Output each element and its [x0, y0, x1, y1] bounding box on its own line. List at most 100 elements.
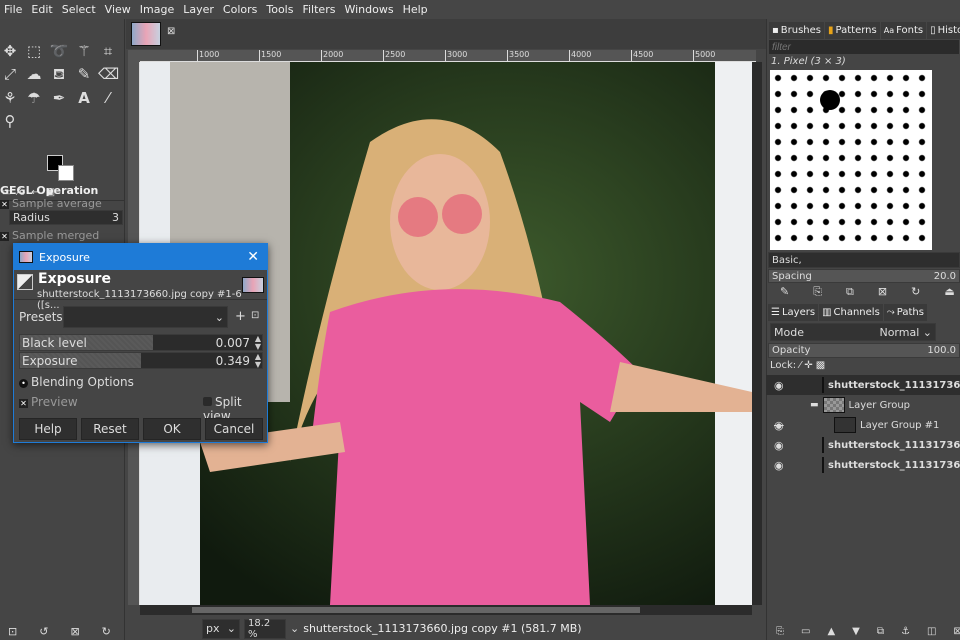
menu-filters[interactable]: Filters	[298, 3, 340, 16]
menu-edit[interactable]: Edit	[27, 3, 57, 16]
exposure-slider[interactable]: Exposure 0.349 ▲ ▼	[19, 352, 263, 369]
transform-tool-icon[interactable]: ⤢	[0, 64, 20, 84]
new-brush-icon[interactable]: ⎘	[813, 285, 822, 299]
blending-options-expander[interactable]: • Blending Options	[19, 375, 134, 389]
lock-pixels-icon[interactable]: ⁄	[799, 360, 801, 371]
menu-file[interactable]: File	[0, 3, 27, 16]
layer-row[interactable]: ◉ Layer Group #1	[766, 415, 960, 435]
tab-fonts[interactable]: Aa Fonts	[880, 22, 927, 39]
menu-select[interactable]: Select	[58, 3, 101, 16]
eye-icon[interactable]: ◉	[774, 459, 784, 472]
sample-merged-checkbox[interactable]: ✕ Sample merged	[0, 229, 99, 242]
quick-mask-corner[interactable]	[128, 50, 140, 62]
layer-row[interactable]: ◉ shutterstock_11131736	[766, 435, 960, 455]
eraser-tool-icon[interactable]: ⌫	[98, 64, 119, 84]
duplicate-layer-icon[interactable]: ⧉	[877, 626, 884, 637]
cancel-button[interactable]: Cancel	[205, 418, 263, 440]
eye-icon[interactable]: ◉	[774, 379, 784, 392]
black-level-slider[interactable]: Black level 0.007 ▲ ▼	[19, 334, 263, 351]
add-preset-icon[interactable]: +	[235, 309, 246, 324]
tab-layers[interactable]: ☰ Layers	[768, 304, 819, 321]
spacing-slider[interactable]: Spacing 20.0	[768, 269, 960, 283]
radius-spinner[interactable]: Radius 3	[9, 210, 123, 225]
menu-windows[interactable]: Windows	[340, 3, 398, 16]
layer-row[interactable]: ◉ shutterstock_11131736	[766, 375, 960, 395]
refresh-brushes-icon[interactable]: ↻	[911, 285, 920, 299]
bucket-fill-tool-icon[interactable]: ⛾	[49, 64, 69, 84]
restore-options-icon[interactable]: ↺	[39, 625, 48, 638]
path-tool-icon[interactable]: ✒	[49, 88, 69, 108]
menu-colors[interactable]: Colors	[219, 3, 262, 16]
zoom-dropdown-icon[interactable]: ⌄	[290, 622, 299, 635]
layer-mode-select[interactable]: Mode Normal ⌄	[770, 323, 936, 341]
delete-brush-icon[interactable]: ⊠	[878, 285, 887, 299]
lock-position-icon[interactable]: ✛	[804, 360, 812, 371]
brush-grid[interactable]	[770, 70, 932, 250]
menu-help[interactable]: Help	[399, 3, 433, 16]
tab-history[interactable]: ▯History	[927, 22, 960, 39]
brush-filter-input[interactable]	[769, 40, 959, 54]
layer-row[interactable]: ▬ Layer Group	[766, 395, 960, 415]
smudge-tool-icon[interactable]: ☂	[24, 88, 44, 108]
text-tool-icon[interactable]: A	[74, 88, 94, 108]
lasso-tool-icon[interactable]: ➰	[49, 41, 69, 61]
scrollbar-thumb[interactable]	[192, 607, 640, 613]
preset-menu-icon[interactable]: ⊡	[251, 310, 259, 321]
sample-average-checkbox[interactable]: ✕ Sample average	[0, 197, 102, 210]
zoom-tool-icon[interactable]: ⚲	[0, 111, 20, 131]
tab-paths[interactable]: ⤳ Paths	[883, 304, 927, 321]
collapse-group-icon[interactable]: ▬	[810, 400, 819, 410]
reset-options-icon[interactable]: ↻	[102, 625, 111, 638]
save-options-icon[interactable]: ⊡	[8, 625, 17, 638]
menu-image[interactable]: Image	[136, 3, 179, 16]
opacity-slider[interactable]: Opacity 100.0	[768, 343, 960, 358]
spin-arrows-icon[interactable]: ▲ ▼	[255, 335, 261, 351]
clone-tool-icon[interactable]: ⚘	[0, 88, 20, 108]
help-button[interactable]: Help	[19, 418, 77, 440]
warp-tool-icon[interactable]: ☁	[24, 64, 44, 84]
close-image-tab-icon[interactable]: ⊠	[167, 26, 175, 37]
rect-select-tool-icon[interactable]: ⬚	[24, 41, 44, 61]
tab-brushes[interactable]: ▪ Brushes	[769, 22, 825, 39]
color-picker-tool-icon[interactable]: ⁄	[98, 88, 118, 108]
close-icon[interactable]: ✕	[247, 249, 259, 265]
anchor-layer-icon[interactable]: ⚓	[901, 626, 910, 637]
zoom-input[interactable]: 18.2 %	[244, 618, 286, 640]
menu-layer[interactable]: Layer	[179, 3, 219, 16]
layer-row[interactable]: ◉ shutterstock_11131736	[766, 455, 960, 475]
lock-alpha-icon[interactable]: ▩	[816, 360, 825, 371]
eye-icon[interactable]: ◉	[774, 439, 784, 452]
ok-button[interactable]: OK	[143, 418, 201, 440]
preview-checkbox[interactable]: ✕ Preview	[19, 395, 78, 409]
horizontal-scrollbar[interactable]	[140, 605, 752, 615]
tab-patterns[interactable]: ▮ Patterns	[825, 22, 880, 39]
spin-arrows-icon[interactable]: ▲ ▼	[255, 353, 261, 369]
delete-options-icon[interactable]: ⊠	[70, 625, 79, 638]
presets-select[interactable]: ⌄	[63, 306, 228, 328]
unit-select[interactable]: px ⌄	[202, 618, 240, 639]
lower-layer-icon[interactable]: ▼	[852, 626, 860, 637]
mask-layer-icon[interactable]: ◫	[927, 626, 936, 637]
crop-tool-icon[interactable]: ⌗	[98, 41, 118, 61]
edit-brush-icon[interactable]: ✎	[780, 285, 789, 299]
menu-view[interactable]: View	[101, 3, 136, 16]
background-color-swatch[interactable]	[58, 165, 74, 181]
tab-channels[interactable]: ▥ Channels	[819, 304, 883, 321]
duplicate-brush-icon[interactable]: ⧉	[846, 285, 854, 299]
move-tool-icon[interactable]: ✥	[0, 41, 20, 61]
menu-tools[interactable]: Tools	[262, 3, 298, 16]
image-tab-thumbnail[interactable]	[131, 22, 161, 46]
dialog-titlebar[interactable]: Exposure ✕	[14, 244, 267, 270]
new-group-icon[interactable]: ▭	[801, 626, 810, 637]
brush-preset-select[interactable]: Basic,	[768, 252, 960, 268]
vertical-scrollbar[interactable]	[752, 62, 762, 605]
fuzzy-select-tool-icon[interactable]: ⚚	[74, 41, 94, 61]
raise-layer-icon[interactable]: ▲	[827, 626, 835, 637]
delete-layer-icon[interactable]: ⊠	[953, 626, 960, 637]
paintbrush-tool-icon[interactable]: ✎	[74, 64, 94, 84]
brush-preview[interactable]	[820, 90, 840, 110]
reset-button[interactable]: Reset	[81, 418, 139, 440]
open-brush-icon[interactable]: ⏏	[944, 285, 954, 299]
eye-hidden-icon[interactable]: ◉	[774, 419, 784, 432]
new-layer-icon[interactable]: ⎘	[776, 626, 784, 637]
